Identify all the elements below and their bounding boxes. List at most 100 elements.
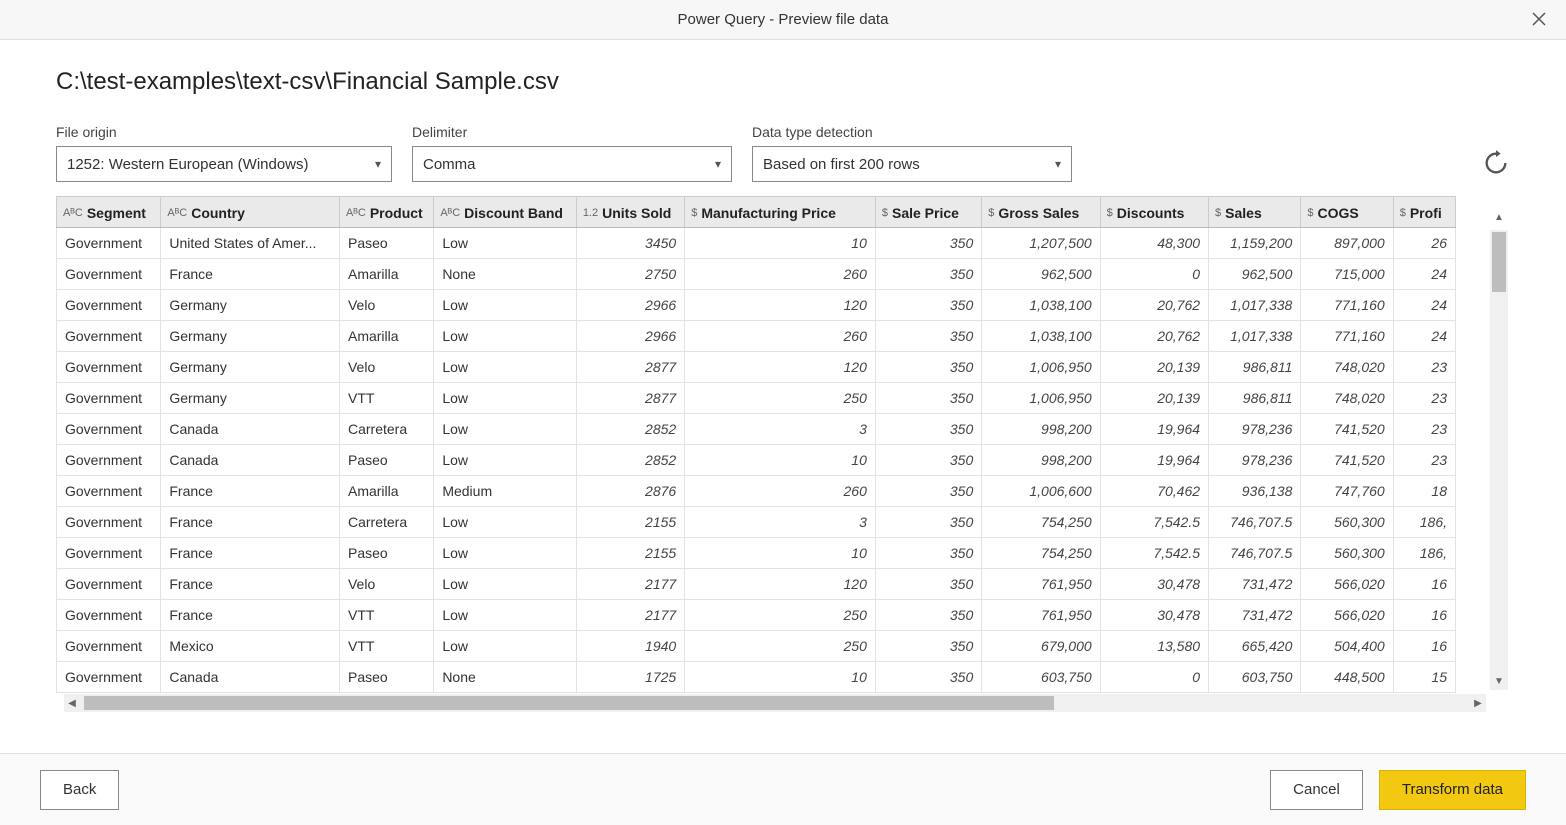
cell: Government bbox=[57, 414, 161, 445]
column-header[interactable]: $Gross Sales bbox=[982, 197, 1100, 228]
cell: 754,250 bbox=[982, 538, 1100, 569]
scroll-right-icon[interactable]: ▶ bbox=[1470, 694, 1486, 712]
scroll-up-icon[interactable]: ▲ bbox=[1490, 212, 1508, 228]
column-header[interactable]: $Profi bbox=[1393, 197, 1455, 228]
table-row[interactable]: GovernmentMexicoVTTLow1940250350679,0001… bbox=[57, 631, 1456, 662]
cell: 998,200 bbox=[982, 445, 1100, 476]
cell: Germany bbox=[161, 321, 340, 352]
column-header[interactable]: AᴮCDiscount Band bbox=[434, 197, 577, 228]
cell: Low bbox=[434, 631, 577, 662]
column-header[interactable]: $COGS bbox=[1301, 197, 1393, 228]
column-header[interactable]: AᴮCSegment bbox=[57, 197, 161, 228]
cell: Paseo bbox=[339, 445, 433, 476]
cell: 741,520 bbox=[1301, 414, 1393, 445]
cell: Low bbox=[434, 445, 577, 476]
detection-select[interactable]: Based on first 200 rows ▾ bbox=[752, 146, 1072, 182]
cell: Government bbox=[57, 631, 161, 662]
cell: 771,160 bbox=[1301, 321, 1393, 352]
cell: Government bbox=[57, 662, 161, 693]
close-button[interactable] bbox=[1524, 8, 1554, 33]
delimiter-value: Comma bbox=[423, 156, 476, 173]
file-origin-field: File origin 1252: Western European (Wind… bbox=[56, 124, 392, 182]
table-row[interactable]: GovernmentGermanyVeloLow29661203501,038,… bbox=[57, 290, 1456, 321]
cell: France bbox=[161, 507, 340, 538]
cell: Mexico bbox=[161, 631, 340, 662]
scroll-down-icon[interactable]: ▼ bbox=[1490, 676, 1508, 692]
cell: 19,964 bbox=[1100, 445, 1208, 476]
cell: France bbox=[161, 476, 340, 507]
column-header-label: Units Sold bbox=[602, 205, 671, 221]
cell: 2966 bbox=[576, 321, 684, 352]
detection-label: Data type detection bbox=[752, 124, 1072, 140]
cancel-button[interactable]: Cancel bbox=[1270, 770, 1363, 810]
table-row[interactable]: GovernmentFranceAmarillaNone275026035096… bbox=[57, 259, 1456, 290]
cell: 350 bbox=[875, 228, 981, 259]
scroll-thumb[interactable] bbox=[84, 696, 1054, 710]
scroll-thumb[interactable] bbox=[1492, 232, 1506, 292]
cell: France bbox=[161, 569, 340, 600]
table-row[interactable]: GovernmentCanadaPaseoLow285210350998,200… bbox=[57, 445, 1456, 476]
cell: 746,707.5 bbox=[1209, 538, 1301, 569]
table-row[interactable]: GovernmentGermanyAmarillaLow29662603501,… bbox=[57, 321, 1456, 352]
cell: 936,138 bbox=[1209, 476, 1301, 507]
table-row[interactable]: GovernmentFranceVTTLow2177250350761,9503… bbox=[57, 600, 1456, 631]
cell: 350 bbox=[875, 445, 981, 476]
table-row[interactable]: GovernmentGermanyVTTLow28772503501,006,9… bbox=[57, 383, 1456, 414]
cell: Low bbox=[434, 228, 577, 259]
cell: 350 bbox=[875, 600, 981, 631]
cell: 3 bbox=[685, 414, 876, 445]
table-row[interactable]: GovernmentFranceVeloLow2177120350761,950… bbox=[57, 569, 1456, 600]
cell: 2877 bbox=[576, 352, 684, 383]
detection-value: Based on first 200 rows bbox=[763, 156, 920, 173]
cell: 120 bbox=[685, 290, 876, 321]
column-header[interactable]: $Sale Price bbox=[875, 197, 981, 228]
cell: 260 bbox=[685, 259, 876, 290]
cell: Amarilla bbox=[339, 321, 433, 352]
cell: 3450 bbox=[576, 228, 684, 259]
currency-type-icon: $ bbox=[691, 207, 697, 219]
table-row[interactable]: GovernmentCanadaCarreteraLow28523350998,… bbox=[57, 414, 1456, 445]
table-row[interactable]: GovernmentCanadaPaseoNone172510350603,75… bbox=[57, 662, 1456, 693]
table-row[interactable]: GovernmentFranceAmarillaMedium2876260350… bbox=[57, 476, 1456, 507]
column-header[interactable]: AᴮCProduct bbox=[339, 197, 433, 228]
column-header[interactable]: AᴮCCountry bbox=[161, 197, 340, 228]
text-type-icon: AᴮC bbox=[346, 207, 366, 219]
cell: Paseo bbox=[339, 538, 433, 569]
cell: 731,472 bbox=[1209, 569, 1301, 600]
cell: 18 bbox=[1393, 476, 1455, 507]
currency-type-icon: $ bbox=[1215, 207, 1221, 219]
column-header[interactable]: $Discounts bbox=[1100, 197, 1208, 228]
refresh-icon[interactable] bbox=[1482, 149, 1510, 177]
cell: 1,006,600 bbox=[982, 476, 1100, 507]
table-row[interactable]: GovernmentFranceCarreteraLow21553350754,… bbox=[57, 507, 1456, 538]
cell: 978,236 bbox=[1209, 445, 1301, 476]
column-header[interactable]: $Manufacturing Price bbox=[685, 197, 876, 228]
cell: 350 bbox=[875, 352, 981, 383]
vertical-scrollbar[interactable]: ▲ ▼ bbox=[1490, 230, 1508, 690]
transform-data-button[interactable]: Transform data bbox=[1379, 770, 1526, 810]
cell: 986,811 bbox=[1209, 352, 1301, 383]
cell: France bbox=[161, 259, 340, 290]
table-row[interactable]: GovernmentGermanyVeloLow28771203501,006,… bbox=[57, 352, 1456, 383]
table-row[interactable]: GovernmentUnited States of Amer...PaseoL… bbox=[57, 228, 1456, 259]
cell: Carretera bbox=[339, 414, 433, 445]
column-header[interactable]: 1.2Units Sold bbox=[576, 197, 684, 228]
column-header[interactable]: $Sales bbox=[1209, 197, 1301, 228]
file-origin-value: 1252: Western European (Windows) bbox=[67, 156, 309, 173]
cell: 24 bbox=[1393, 290, 1455, 321]
file-origin-select[interactable]: 1252: Western European (Windows) ▾ bbox=[56, 146, 392, 182]
cell: 2877 bbox=[576, 383, 684, 414]
cell: 679,000 bbox=[982, 631, 1100, 662]
cell: 1,006,950 bbox=[982, 352, 1100, 383]
cell: 1,038,100 bbox=[982, 321, 1100, 352]
back-button[interactable]: Back bbox=[40, 770, 119, 810]
horizontal-scrollbar[interactable]: ◀ ▶ bbox=[64, 694, 1486, 712]
delimiter-select[interactable]: Comma ▾ bbox=[412, 146, 732, 182]
scroll-left-icon[interactable]: ◀ bbox=[64, 694, 80, 712]
cell: Velo bbox=[339, 290, 433, 321]
cell: Paseo bbox=[339, 662, 433, 693]
cell: Government bbox=[57, 569, 161, 600]
table-row[interactable]: GovernmentFrancePaseoLow215510350754,250… bbox=[57, 538, 1456, 569]
column-header-label: COGS bbox=[1317, 205, 1358, 221]
cell: 250 bbox=[685, 600, 876, 631]
